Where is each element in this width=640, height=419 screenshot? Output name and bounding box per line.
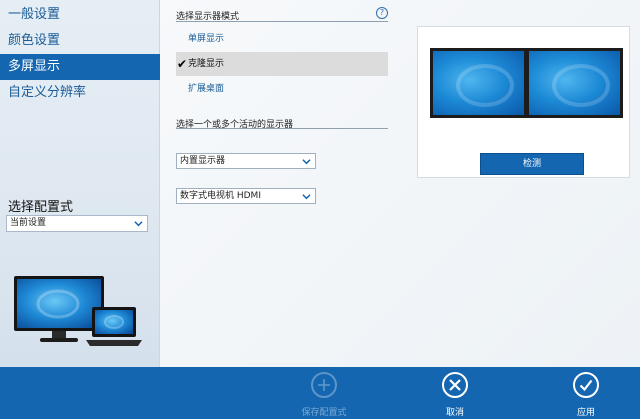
display-screen: [433, 51, 524, 115]
divider: [176, 21, 388, 22]
sidebar: 一般设置 颜色设置 多屏显示 自定义分辨率 选择配置式 当前设置: [0, 0, 160, 367]
sidebar-item-custom-resolution[interactable]: 自定义分辨率: [0, 80, 160, 106]
plus-icon: [311, 372, 337, 398]
chevron-down-icon: [134, 221, 143, 227]
apply-label: 应用: [576, 408, 595, 418]
check-icon: ✔: [177, 57, 188, 71]
help-icon[interactable]: ?: [376, 7, 388, 19]
sidebar-item-multi-display[interactable]: 多屏显示: [0, 54, 160, 80]
chevron-down-icon: [302, 159, 311, 165]
mode-clone-label: 克隆显示: [188, 59, 225, 69]
cancel-button[interactable]: 取消: [415, 367, 495, 419]
save-profile-label: 保存配置式: [301, 408, 347, 418]
bottom-action-bar: 保存配置式 取消 应用: [0, 367, 640, 419]
profile-select-value: 当前设置: [10, 218, 47, 228]
sidebar-item-color[interactable]: 颜色设置: [0, 28, 160, 54]
main-panel: 选择显示器模式 ? 单屏显示 ✔ 克隆显示 扩展桌面 选择一个或多个活动的显示器…: [160, 0, 640, 367]
profile-label: 选择配置式: [8, 200, 74, 215]
save-profile-button[interactable]: 保存配置式: [284, 367, 364, 419]
mode-extend-desktop[interactable]: 扩展桌面: [176, 77, 388, 101]
monitors-illustration: [14, 276, 142, 346]
divider: [176, 128, 388, 129]
apply-button[interactable]: 应用: [546, 367, 626, 419]
check-icon: [573, 372, 599, 398]
profile-select[interactable]: 当前设置: [6, 215, 148, 232]
close-icon: [442, 372, 468, 398]
chevron-down-icon: [302, 194, 311, 200]
display-screen: [529, 51, 620, 115]
display-preview-1[interactable]: [430, 48, 527, 118]
display-1-value: 内置显示器: [180, 156, 226, 166]
detect-button[interactable]: 检测: [480, 153, 584, 175]
display-1-select[interactable]: 内置显示器: [176, 153, 316, 169]
mode-clone-display[interactable]: ✔ 克隆显示: [176, 52, 388, 76]
display-preview-panel: 检测: [417, 26, 630, 178]
mode-single-display[interactable]: 单屏显示: [176, 27, 388, 51]
display-2-select[interactable]: 数字式电视机 HDMI: [176, 188, 316, 204]
display-preview-2[interactable]: [526, 48, 623, 118]
sidebar-item-general[interactable]: 一般设置: [0, 2, 160, 28]
display-2-value: 数字式电视机 HDMI: [180, 191, 261, 201]
cancel-label: 取消: [445, 408, 464, 418]
